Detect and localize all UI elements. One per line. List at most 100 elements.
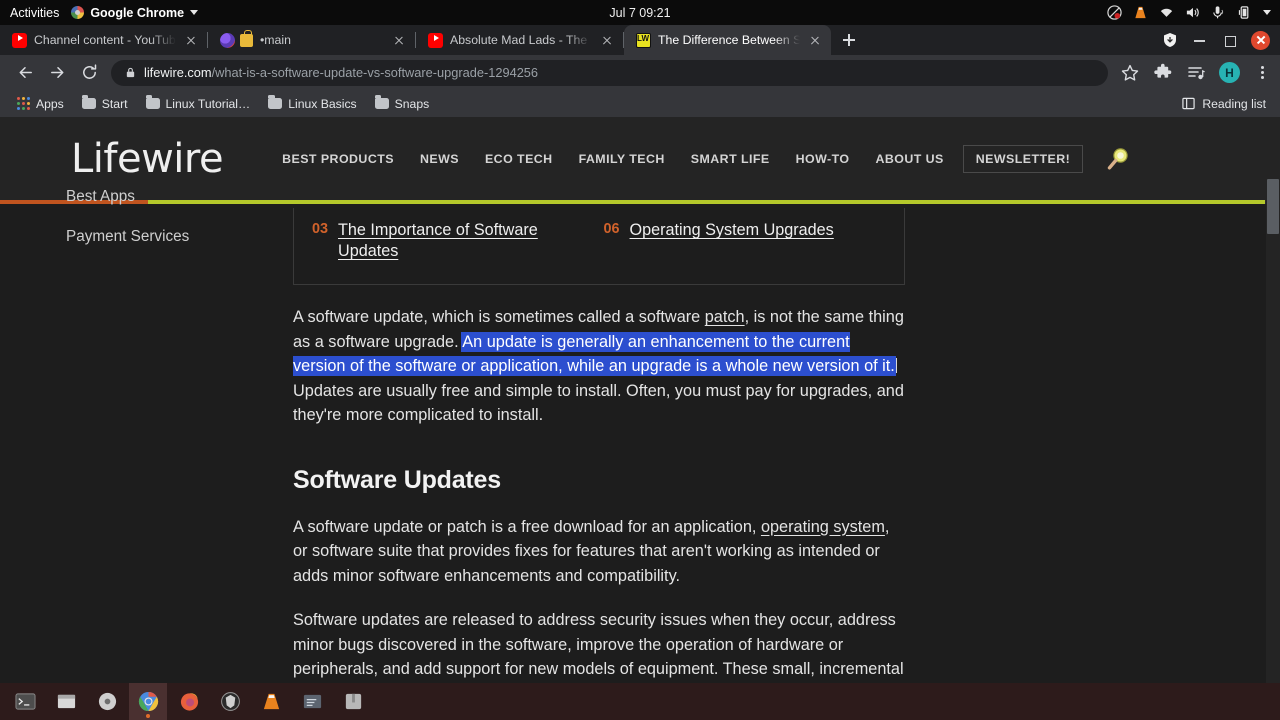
toc-entry[interactable]: 06 Operating System Upgrades xyxy=(604,220,880,262)
bookmark-label: Start xyxy=(101,96,128,111)
system-menu-chevron-icon[interactable] xyxy=(1263,10,1271,15)
wifi-icon[interactable] xyxy=(1159,5,1174,20)
intro-paragraph: A software update, which is sometimes ca… xyxy=(293,305,905,428)
toc-link[interactable]: Operating System Upgrades xyxy=(630,220,834,241)
tab-title: The Difference Between S xyxy=(658,33,800,47)
folder-icon xyxy=(81,95,96,109)
intro-text-part1: A software update, which is sometimes ca… xyxy=(293,308,705,326)
patch-link[interactable]: patch xyxy=(705,308,745,326)
scrollbar-thumb[interactable] xyxy=(1267,179,1279,234)
desktop-taskbar xyxy=(0,683,1280,720)
battery-icon[interactable] xyxy=(1237,5,1252,20)
bookmark-apps[interactable]: Apps xyxy=(10,94,71,114)
running-indicator xyxy=(146,714,150,718)
sidebar-item-best-apps[interactable]: Best Apps xyxy=(0,177,280,217)
forward-button[interactable] xyxy=(41,57,73,89)
tab-title: Channel content - YouTub xyxy=(34,33,176,47)
vlc-icon xyxy=(263,693,279,710)
close-tab-icon[interactable] xyxy=(183,32,199,48)
download-shield-icon[interactable] xyxy=(1162,32,1178,48)
taskbar-item-terminal[interactable] xyxy=(6,683,44,720)
browser-tab[interactable]: Channel content - YouTub xyxy=(0,25,207,55)
youtube-icon xyxy=(428,32,443,48)
three-dot-menu-icon[interactable] xyxy=(1253,63,1271,83)
bookmark-snaps[interactable]: Snaps xyxy=(368,94,437,114)
notification-icon[interactable] xyxy=(1107,5,1122,20)
maximize-window-button[interactable] xyxy=(1221,32,1238,49)
search-magnifier-icon[interactable] xyxy=(1105,146,1131,172)
browser-toolbar: lifewire.com/what-is-a-software-update-v… xyxy=(0,55,1280,90)
activities-button[interactable]: Activities xyxy=(0,6,71,20)
taskbar-item-firefox[interactable] xyxy=(170,683,208,720)
url-host: lifewire.com xyxy=(144,65,212,80)
taskbar-item-vlc[interactable] xyxy=(252,683,290,720)
brave-icon xyxy=(220,692,240,711)
chrome-logo-icon xyxy=(71,6,85,19)
toc-number: 03 xyxy=(312,221,329,237)
site-lock-icon[interactable] xyxy=(125,67,136,78)
taskbar-item-chrome[interactable] xyxy=(129,683,167,720)
close-tab-icon[interactable] xyxy=(391,32,407,48)
toc-link[interactable]: The Importance of Software Updates xyxy=(338,220,588,262)
operating-system-link[interactable]: operating system xyxy=(761,518,885,536)
para2-part1: A software update or patch is a free dow… xyxy=(293,517,761,536)
media-list-icon[interactable] xyxy=(1186,63,1206,83)
taskbar-item-text-editor[interactable] xyxy=(293,683,331,720)
folder-icon xyxy=(268,95,283,109)
taskbar-item-disks[interactable] xyxy=(88,683,126,720)
url-path: /what-is-a-software-update-vs-software-u… xyxy=(211,65,539,80)
back-button[interactable] xyxy=(9,57,41,89)
url-text: lifewire.com/what-is-a-software-update-v… xyxy=(144,65,538,80)
close-tab-icon[interactable] xyxy=(599,32,615,48)
archive-manager-icon xyxy=(345,693,361,710)
bookmark-linux-tutorial[interactable]: Linux Tutorial… xyxy=(139,94,258,114)
reading-list-button[interactable]: Reading list xyxy=(1182,97,1270,111)
text-cursor xyxy=(895,358,898,373)
google-chrome-icon xyxy=(138,691,158,712)
browser-tab-active[interactable]: LW The Difference Between S xyxy=(624,25,831,55)
bookmark-label: Linux Basics xyxy=(288,96,357,111)
folder-icon xyxy=(145,95,160,109)
app-menu-button[interactable]: Google Chrome xyxy=(71,6,199,20)
close-tab-icon[interactable] xyxy=(807,32,823,48)
site-logo[interactable]: Lifewire xyxy=(71,139,224,179)
taskbar-item-brave[interactable] xyxy=(211,683,249,720)
toc-entry[interactable]: 03 The Importance of Software Updates xyxy=(312,220,588,262)
browser-tab-strip: Channel content - YouTub •main Absolute … xyxy=(0,25,1280,55)
browser-tab[interactable]: •main xyxy=(208,25,415,55)
intro-text-part3: Updates are usually free and simple to i… xyxy=(293,381,904,425)
window-controls xyxy=(1162,25,1280,55)
taskbar-item-files[interactable] xyxy=(47,683,85,720)
reading-list-icon xyxy=(1182,97,1195,110)
browser-tab[interactable]: Absolute Mad Lads - The M xyxy=(416,25,623,55)
address-bar[interactable]: lifewire.com/what-is-a-software-update-v… xyxy=(111,59,1108,86)
volume-icon[interactable] xyxy=(1185,5,1200,20)
bookmarks-bar: Apps Start Linux Tutorial… Linux Basics … xyxy=(0,90,1280,117)
taskbar-item-archive-manager[interactable] xyxy=(334,683,372,720)
extensions-puzzle-icon[interactable] xyxy=(1153,63,1173,83)
bookmark-star-icon[interactable] xyxy=(1120,63,1140,83)
disks-icon xyxy=(98,692,116,711)
toc-number: 06 xyxy=(603,221,620,237)
bookmark-linux-basics[interactable]: Linux Basics xyxy=(261,94,363,114)
files-icon xyxy=(57,694,75,709)
microphone-icon[interactable] xyxy=(1211,5,1226,20)
reading-list-label: Reading list xyxy=(1202,96,1266,111)
tab-title: •main xyxy=(260,33,291,47)
reload-button[interactable] xyxy=(73,57,105,89)
close-window-button[interactable] xyxy=(1251,30,1270,50)
table-of-contents: 03 The Importance of Software Updates 06… xyxy=(293,208,905,285)
bookmark-label: Linux Tutorial… xyxy=(165,96,251,111)
new-tab-button[interactable] xyxy=(835,26,863,54)
apps-grid-icon xyxy=(17,97,30,110)
vlc-cone-icon[interactable] xyxy=(1133,5,1148,20)
nav-item-newsletter[interactable]: NEWSLETTER! xyxy=(962,144,1084,173)
text-editor-icon xyxy=(303,694,321,709)
profile-avatar[interactable]: H xyxy=(1219,62,1240,83)
sidebar-item-payment-services[interactable]: Payment Services xyxy=(0,217,280,257)
minimize-window-button[interactable] xyxy=(1191,32,1208,49)
github-icon xyxy=(220,32,235,48)
system-tray xyxy=(1107,5,1280,20)
bookmark-start[interactable]: Start xyxy=(75,94,135,114)
page-scrollbar[interactable] xyxy=(1266,117,1280,683)
